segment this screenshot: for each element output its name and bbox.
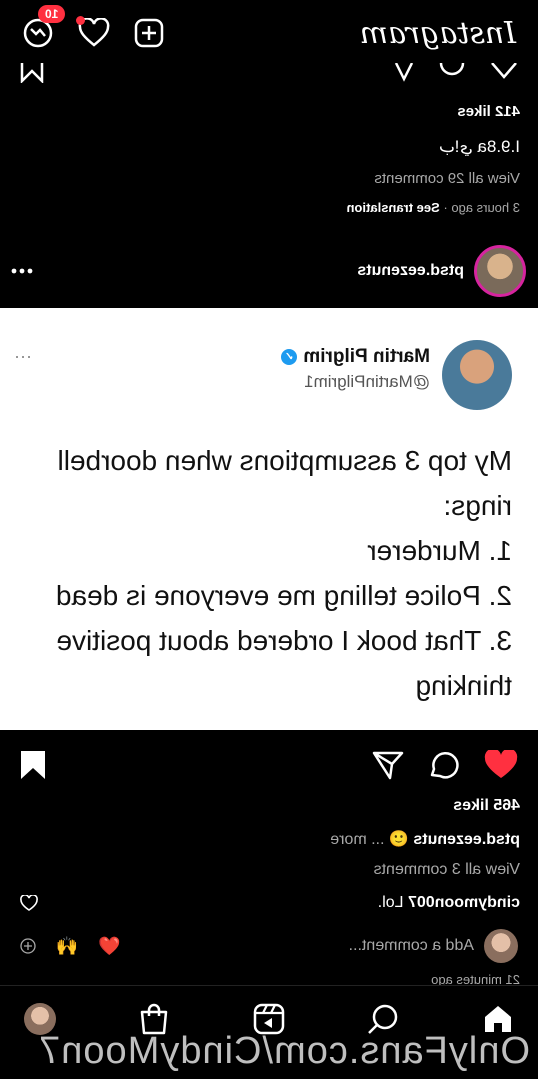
comment-body: cindymoon007 Lol. <box>378 894 520 912</box>
notification-badge: 10 <box>38 5 66 23</box>
new-post-icon[interactable] <box>134 18 164 48</box>
post-options-icon[interactable] <box>10 267 34 275</box>
post-view-comments[interactable]: View all 3 comments <box>374 861 520 879</box>
post-actions <box>0 733 538 797</box>
post-likes[interactable]: 465 likes <box>453 797 520 815</box>
mirrored-screen: Instagram 10 412 likes I.9.8a ب!ي View a… <box>0 0 538 1079</box>
prev-meta: 3 hours ago · See translation <box>347 200 520 215</box>
prev-time: 3 hours ago <box>451 200 520 215</box>
comment-preview: cindymoon007 Lol. <box>0 888 538 918</box>
caption-emoji-icon: 🙂 <box>388 831 409 848</box>
share-icon[interactable] <box>372 750 404 780</box>
instagram-logo[interactable]: Instagram <box>360 16 516 51</box>
tweet-more-icon: ··· <box>14 346 32 366</box>
caption-more-link[interactable]: ... more <box>330 831 384 848</box>
comment-icon[interactable] <box>428 749 460 781</box>
red-heart-reaction-icon[interactable]: ❤️ <box>98 936 120 957</box>
add-comment-row: Add a comment... ❤️ 🙌 <box>0 928 538 964</box>
prev-comment-icon[interactable] <box>438 63 466 83</box>
quick-reactions: ❤️ 🙌 <box>20 936 121 957</box>
like-icon[interactable] <box>484 750 518 780</box>
tweet-author-name-text: Martin Pilgrim <box>303 346 430 367</box>
prev-actions-left <box>394 63 518 83</box>
prev-like-icon[interactable] <box>490 63 518 83</box>
tweet-line-4: 3. That book I ordered about positive th… <box>56 625 512 701</box>
top-bar: Instagram 10 <box>0 0 538 66</box>
add-comment-left: Add a comment... <box>349 929 518 963</box>
top-actions: 10 <box>22 5 164 49</box>
add-reaction-icon[interactable] <box>20 938 36 954</box>
post-author[interactable]: ptsd.eezenuts <box>357 245 526 297</box>
watermark: OnlyFans.com/CindyMoon7 <box>38 1030 530 1072</box>
tweet-line-2: 1. Murderer <box>367 535 512 566</box>
tweet-author-handle: @MartinPilgrim1 <box>304 372 430 391</box>
add-comment-input[interactable]: Add a comment... <box>349 937 474 955</box>
prev-view-comments[interactable]: View all 29 comments <box>374 170 520 187</box>
post-caption: ptsd.eezenuts 🙂 ... more <box>330 829 520 849</box>
comment-text: Lol. <box>377 894 404 911</box>
prev-likes[interactable]: 412 likes <box>457 103 520 120</box>
prev-caption: I.9.8a ب!ي <box>438 137 520 156</box>
tweet-text: My top 3 assumptions when doorbell rings… <box>22 438 512 708</box>
comment-like-icon[interactable] <box>20 895 38 911</box>
caption-username[interactable]: ptsd.eezenuts <box>413 831 520 848</box>
post-image[interactable]: Martin Pilgrim ✓ @MartinPilgrim1 ··· My t… <box>0 308 538 730</box>
post-header: ptsd.eezenuts <box>0 245 538 297</box>
tweet-line-3: 2. Police telling me everyone is dead <box>55 580 512 611</box>
current-user-avatar <box>484 929 518 963</box>
post-actions-left <box>372 749 518 781</box>
meta-separator: · <box>439 200 448 215</box>
prev-share-icon[interactable] <box>394 63 414 83</box>
heart-activity-icon[interactable] <box>76 16 110 48</box>
save-icon[interactable] <box>20 750 46 780</box>
tweet-author-name: Martin Pilgrim ✓ <box>281 346 430 368</box>
raising-hands-reaction-icon[interactable]: 🙌 <box>56 936 78 957</box>
prev-post-actions <box>0 58 538 88</box>
author-avatar[interactable] <box>474 245 526 297</box>
prev-save-icon[interactable] <box>20 63 44 83</box>
verified-badge-icon: ✓ <box>281 348 298 365</box>
tweet-line-1: My top 3 assumptions when doorbell rings… <box>57 445 512 521</box>
activity-dot <box>76 16 85 25</box>
see-translation-link[interactable]: See translation <box>347 200 440 215</box>
tweet-author-avatar <box>442 340 512 410</box>
comment-username[interactable]: cindymoon007 <box>408 894 520 911</box>
author-username[interactable]: ptsd.eezenuts <box>357 262 464 280</box>
